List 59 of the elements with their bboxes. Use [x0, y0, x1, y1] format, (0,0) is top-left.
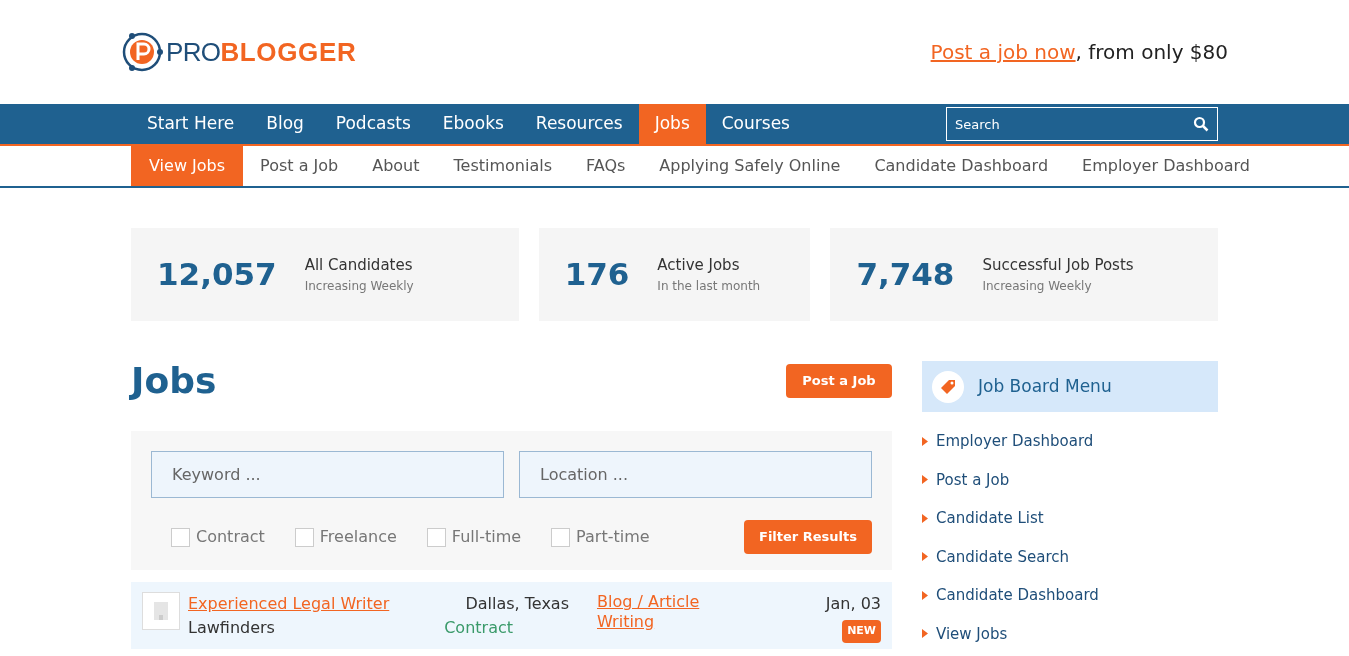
- building-icon: [153, 601, 169, 621]
- checkbox-label: Contract: [196, 526, 265, 548]
- stat-label: Active Jobs: [657, 255, 741, 277]
- tag-icon: [932, 370, 964, 403]
- nav-tab[interactable]: Courses: [705, 104, 806, 144]
- nav-tab[interactable]: Resources: [519, 104, 639, 144]
- checkbox-label: Part-time: [576, 526, 650, 548]
- subnav-tab[interactable]: Employer Dashboard: [1065, 146, 1267, 186]
- subnav-tab[interactable]: About: [355, 146, 437, 186]
- checkbox-label: Freelance: [319, 526, 397, 548]
- sidebar-link[interactable]: Candidate Search: [936, 545, 1069, 568]
- job-type: Contract: [444, 617, 513, 639]
- logo-text: BLOGGER: [220, 39, 357, 65]
- nav-tab[interactable]: Podcasts: [319, 104, 427, 144]
- nav-tab[interactable]: Start Here: [131, 104, 251, 144]
- stat-number: 7,748: [856, 255, 955, 295]
- stat-caption: Increasing Weekly: [304, 277, 414, 295]
- caret-icon: [922, 436, 928, 446]
- checkbox[interactable]: [426, 527, 446, 547]
- keyword-field[interactable]: Keyword ...: [151, 451, 504, 498]
- checkbox[interactable]: [171, 527, 190, 547]
- stat-label: Successful Job Posts: [982, 255, 1134, 277]
- page-title: Jobs: [131, 359, 217, 403]
- logo-icon: [120, 30, 164, 74]
- company-name: Lawfinders: [188, 617, 276, 639]
- sidebar-link[interactable]: Post a Job: [936, 468, 1010, 491]
- sidebar-link[interactable]: Candidate Dashboard: [936, 584, 1099, 607]
- caret-icon: [922, 552, 928, 562]
- nav-tab[interactable]: Blog: [250, 104, 320, 144]
- caret-icon: [922, 513, 928, 523]
- job-location: Dallas, Texas: [465, 593, 569, 615]
- checkbox-label: Full-time: [451, 526, 522, 548]
- sidebar-title: Job Board Menu: [978, 374, 1112, 398]
- location-field[interactable]: Location ...: [519, 451, 872, 498]
- sidebar-link[interactable]: Employer Dashboard: [936, 430, 1094, 453]
- caret-icon: [922, 475, 928, 485]
- subnav-tab[interactable]: Candidate Dashboard: [857, 146, 1066, 186]
- caret-icon: [922, 590, 928, 600]
- stat-label: All Candidates: [304, 255, 414, 277]
- job-date: Jan, 03: [825, 593, 881, 615]
- new-badge: NEW: [842, 620, 881, 643]
- stat-number: 176: [564, 255, 630, 295]
- sidebar-link[interactable]: Candidate List: [936, 507, 1044, 530]
- stat-number: 12,057: [157, 255, 277, 295]
- subnav-tab[interactable]: Applying Safely Online: [642, 146, 858, 186]
- stat-caption: In the last month: [657, 277, 761, 295]
- checkbox[interactable]: [551, 527, 571, 547]
- nav-tab[interactable]: Ebooks: [426, 104, 520, 144]
- subnav-tab[interactable]: FAQs: [569, 146, 643, 186]
- stat-caption: Increasing Weekly: [982, 277, 1093, 295]
- search-field[interactable]: Search: [946, 107, 1218, 141]
- subnav-tab[interactable]: Testimonials: [436, 146, 569, 186]
- subnav-tab[interactable]: Post a Job: [243, 146, 356, 186]
- checkbox[interactable]: [294, 527, 314, 547]
- sidebar-link[interactable]: View Jobs: [936, 622, 1008, 645]
- caret-icon: [922, 629, 928, 639]
- price-text: , from only $80: [1075, 39, 1228, 66]
- logo-text: PRO: [166, 39, 221, 65]
- search-icon[interactable]: [1193, 116, 1209, 132]
